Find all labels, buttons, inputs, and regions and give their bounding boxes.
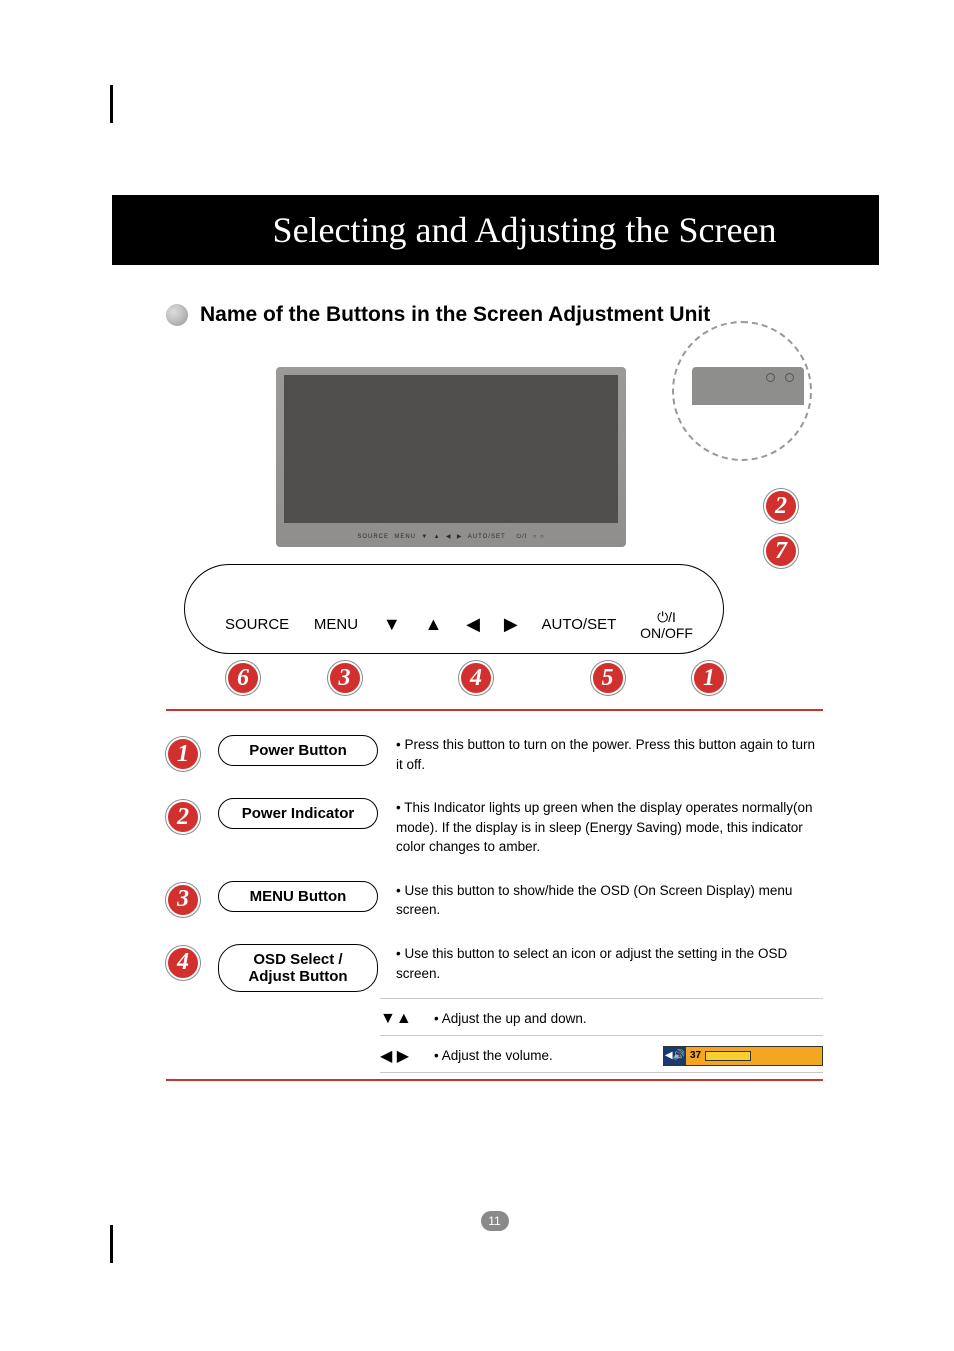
- number-badge: 2: [166, 800, 200, 834]
- onoff-label: ⏻/I ON/OFF: [640, 609, 693, 641]
- diagram: SOURCE MENU ▼ ▲ ◀ ▶ AUTO/SET ⏻/I ○ ○ 2 7…: [166, 339, 806, 699]
- sub-item: ◀ ▶ Adjust the volume. ◀🔊 37: [380, 1046, 823, 1066]
- section-title: Name of the Buttons in the Screen Adjust…: [200, 303, 710, 327]
- volume-bar: ◀🔊 37: [663, 1046, 823, 1066]
- number-badge: 3: [328, 661, 362, 695]
- page-title-bar: Selecting and Adjusting the Screen: [170, 195, 879, 265]
- number-badge: 7: [764, 534, 798, 568]
- monitor-illustration: SOURCE MENU ▼ ▲ ◀ ▶ AUTO/SET ⏻/I ○ ○: [276, 367, 626, 547]
- item-label-pill: OSD Select / Adjust Button: [218, 944, 378, 992]
- number-badge: 5: [591, 661, 625, 695]
- separator: [166, 709, 823, 711]
- monitor-screen: [284, 375, 618, 523]
- number-badge: 4: [459, 661, 493, 695]
- autoset-label: AUTO/SET: [542, 616, 617, 633]
- number-badge: 1: [166, 737, 200, 771]
- sub-description: Adjust the up and down.: [434, 1009, 823, 1029]
- item-label-pill: MENU Button: [218, 881, 378, 912]
- zoom-indicators: [766, 373, 794, 382]
- item-description: Use this button to show/hide the OSD (On…: [396, 881, 823, 920]
- down-icon: ▼: [383, 614, 401, 635]
- description-list: 1 Power Button Press this button to turn…: [166, 735, 823, 1073]
- list-item: 1 Power Button Press this button to turn…: [166, 735, 823, 774]
- number-badge: 3: [166, 883, 200, 917]
- item-label-pill: Power Button: [218, 735, 378, 766]
- list-item: 2 Power Indicator This Indicator lights …: [166, 798, 823, 857]
- number-badge: 2: [764, 489, 798, 523]
- volume-fill: [705, 1051, 751, 1061]
- title-bar-prefix: [112, 195, 170, 265]
- sub-item: ▼▲ Adjust the up and down.: [380, 1009, 823, 1029]
- number-badge: 6: [226, 661, 260, 695]
- up-down-icon: ▼▲: [380, 1010, 416, 1028]
- up-icon: ▲: [425, 614, 443, 635]
- volume-value: 37: [690, 1050, 701, 1061]
- list-item: 4 OSD Select / Adjust Button Use this bu…: [166, 944, 823, 992]
- page-number: 11: [481, 1211, 509, 1231]
- button-panel-oval: SOURCE MENU ▼ ▲ ◀ ▶ AUTO/SET ⏻/I ON/OFF: [184, 564, 724, 654]
- left-icon: ◀: [466, 614, 480, 635]
- zoom-callout: [672, 321, 812, 461]
- item-description: Press this button to turn on the power. …: [396, 735, 823, 774]
- section-header: Name of the Buttons in the Screen Adjust…: [166, 303, 879, 327]
- bullet-icon: [166, 304, 188, 326]
- crop-mark: [110, 85, 113, 123]
- left-right-icon: ◀ ▶: [380, 1046, 416, 1066]
- item-description: Use this button to select an icon or adj…: [396, 944, 823, 983]
- page-title: Selecting and Adjusting the Screen: [273, 210, 777, 250]
- power-symbol: ⏻/I: [657, 609, 676, 625]
- callout-number-7: 7: [764, 534, 798, 568]
- led-outline-icon: [766, 373, 775, 382]
- sub-description: Adjust the volume.: [434, 1046, 631, 1066]
- diagram-number-row: 6 3 4 5 1: [226, 661, 726, 695]
- page-footer: 11: [110, 1211, 879, 1231]
- crop-mark: [110, 1225, 113, 1263]
- menu-label: MENU: [313, 616, 359, 633]
- speaker-icon: ◀🔊: [664, 1047, 686, 1065]
- sub-separator: [380, 1035, 823, 1036]
- list-item: 3 MENU Button Use this button to show/hi…: [166, 881, 823, 920]
- page: Selecting and Adjusting the Screen Name …: [0, 0, 954, 1271]
- led-outline-icon: [785, 373, 794, 382]
- callout-number-2: 2: [764, 489, 798, 523]
- item-description: This Indicator lights up green when the …: [396, 798, 823, 857]
- item-label-line1: OSD Select /: [253, 951, 342, 968]
- source-label: SOURCE: [225, 616, 289, 633]
- item-label-line2: Adjust Button: [248, 968, 347, 985]
- right-icon: ▶: [504, 614, 518, 635]
- separator: [166, 1079, 823, 1081]
- sub-separator: [380, 1072, 823, 1073]
- sub-separator: [380, 998, 823, 999]
- onoff-text: ON/OFF: [640, 625, 693, 641]
- number-badge: 4: [166, 946, 200, 980]
- item-label-pill: Power Indicator: [218, 798, 378, 829]
- monitor-tiny-labels: SOURCE MENU ▼ ▲ ◀ ▶ AUTO/SET ⏻/I ○ ○: [357, 533, 544, 541]
- button-row: SOURCE MENU ▼ ▲ ◀ ▶ AUTO/SET ⏻/I ON/OFF: [225, 609, 693, 641]
- number-badge: 1: [692, 661, 726, 695]
